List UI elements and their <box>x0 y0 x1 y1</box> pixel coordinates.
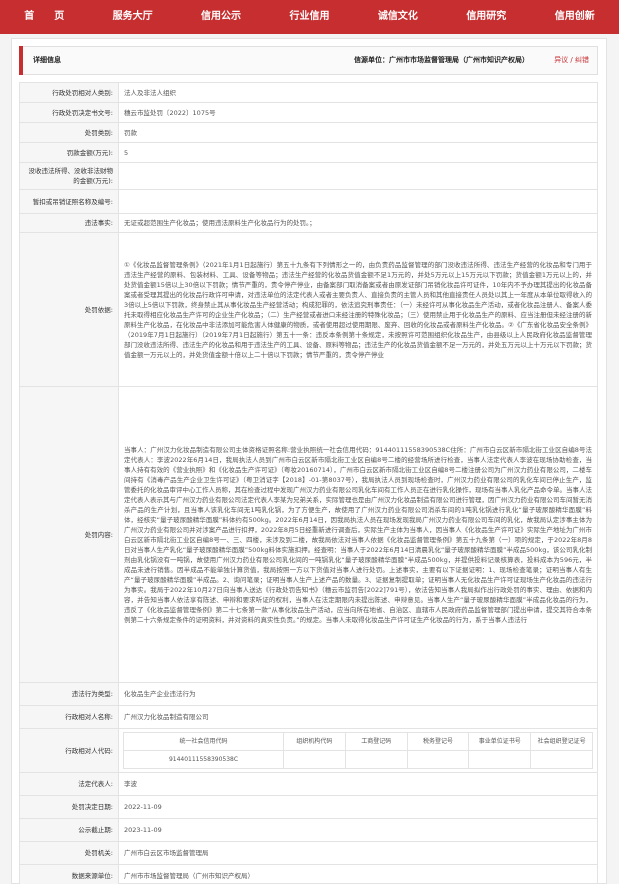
source-unit: 信源单位：广州市市场监督管理局（广州市知识产权局） <box>354 56 529 64</box>
row-label: 处罚依据: <box>19 232 119 387</box>
row-value: 2022-11-09 <box>118 795 598 819</box>
nav-credit-publicity[interactable]: 信用公示 <box>177 0 265 34</box>
row-label: 行政相对人代码: <box>19 728 119 773</box>
code-value <box>468 750 532 769</box>
code-header-row: 统一社会信用代码 组织机构代码 工商登记码 税务登记号 事业单位证书号 社会组织… <box>123 732 593 751</box>
row-label: 违法事实: <box>19 213 119 233</box>
row-value: 穗云市监处罚〔2022〕1075号 <box>118 102 598 123</box>
detail-header: 详细信息 信源单位：广州市市场监督管理局（广州市知识产权局） 异议 / 纠错 <box>19 46 598 75</box>
row-confiscation: 没收违法所得、没收非法财物的金额(万元): <box>19 162 598 190</box>
row-penalty-basis: 处罚依据: ①《化妆品监督管理条例》（2021年1月1日起施行）第五十九条有下列… <box>19 232 598 387</box>
row-party-type: 行政处罚相对人类别: 法人及非法人组织 <box>19 82 598 103</box>
row-label: 数据来源单位: <box>19 864 119 884</box>
row-label: 处罚决定日期: <box>19 795 119 819</box>
row-value: 广州市市场监督管理局（广州市知识产权局） <box>118 864 598 884</box>
row-label: 法定代表人: <box>19 772 119 796</box>
row-data-source: 数据来源单位: 广州市市场监督管理局（广州市知识产权局） <box>19 864 598 884</box>
top-nav: 首 页 服务大厅 信用公示 行业信用 诚信文化 信用研究 信用创新 <box>0 0 619 34</box>
nav-integrity-culture[interactable]: 诚信文化 <box>354 0 442 34</box>
row-label: 处罚类别: <box>19 122 119 143</box>
row-value: 广州汉力化妆品制造有限公司 <box>118 705 598 729</box>
code-header: 税务登记号 <box>406 732 470 751</box>
detail-title: 详细信息 <box>33 56 61 64</box>
code-header: 社会组织登记证号 <box>530 732 593 751</box>
row-label: 暂扣或吊销证照名称及编号: <box>19 189 119 214</box>
row-penalty-content: 处罚内容: 当事人：广州汉力化妆品制造有限公司主体资格证照名称:营业执照统一社会… <box>19 386 598 683</box>
detail-card: 详细信息 信源单位：广州市市场监督管理局（广州市知识产权局） 异议 / 纠错 行… <box>11 38 607 884</box>
row-value: ①《化妆品监督管理条例》（2021年1月1日起施行）第五十九条有下列情形之一的，… <box>118 232 598 387</box>
nav-service-hall[interactable]: 服务大厅 <box>88 0 176 34</box>
detail-table: 行政处罚相对人类别: 法人及非法人组织 行政处罚决定书文号: 穗云市监处罚〔20… <box>19 82 598 884</box>
code-value: 91440111558390538C <box>123 750 284 769</box>
row-decision-date: 处罚决定日期: 2022-11-09 <box>19 795 598 819</box>
row-penalty-authority: 处罚机关: 广州市白云区市场监督管理局 <box>19 841 598 865</box>
nav-credit-research[interactable]: 信用研究 <box>442 0 530 34</box>
row-license-revoked: 暂扣或吊销证照名称及编号: <box>19 189 598 214</box>
row-party-code: 行政相对人代码: 统一社会信用代码 组织机构代码 工商登记码 税务登记号 事业单… <box>19 728 598 773</box>
row-legal-rep: 法定代表人: 李波 <box>19 772 598 796</box>
row-value: 5 <box>118 142 598 163</box>
code-header: 组织机构代码 <box>283 732 346 751</box>
row-value: 化妆品生产企业违法行为 <box>118 682 598 706</box>
code-header: 统一社会信用代码 <box>123 732 284 751</box>
code-value <box>530 750 593 769</box>
code-header: 事业单位证书号 <box>468 732 532 751</box>
row-value: 广州市白云区市场监督管理局 <box>118 841 598 865</box>
row-publicity-deadline: 公示截止期: 2023-11-09 <box>19 818 598 842</box>
row-label: 行政相对人名称: <box>19 705 119 729</box>
row-penalty-category: 处罚类别: 罚款 <box>19 122 598 143</box>
header-accent <box>19 46 23 75</box>
nav-industry-credit[interactable]: 行业信用 <box>265 0 353 34</box>
code-value-row: 91440111558390538C <box>123 750 593 769</box>
code-table: 统一社会信用代码 组织机构代码 工商登记码 税务登记号 事业单位证书号 社会组织… <box>123 732 593 769</box>
row-value: 罚款 <box>118 122 598 143</box>
code-header: 工商登记码 <box>344 732 408 751</box>
row-value: 李波 <box>118 772 598 796</box>
row-decision-no: 行政处罚决定书文号: 穗云市监处罚〔2022〕1075号 <box>19 102 598 123</box>
row-label: 处罚内容: <box>19 386 119 683</box>
nav-credit-innovation[interactable]: 信用创新 <box>531 0 619 34</box>
row-violation-facts: 违法事实: 无证或超范围生产化妆品；使用违法原料生产化妆品行为的处罚。； <box>19 213 598 233</box>
row-value <box>118 162 598 190</box>
row-value: 2023-11-09 <box>118 818 598 842</box>
code-value <box>283 750 346 769</box>
row-value <box>118 189 598 214</box>
row-party-name: 行政相对人名称: 广州汉力化妆品制造有限公司 <box>19 705 598 729</box>
code-value <box>406 750 470 769</box>
row-value: 当事人：广州汉力化妆品制造有限公司主体资格证照名称:营业执照统一社会信用代码：9… <box>118 386 598 683</box>
row-value: 无证或超范围生产化妆品；使用违法原料生产化妆品行为的处罚。； <box>118 213 598 233</box>
code-value <box>344 750 408 769</box>
row-label: 处罚机关: <box>19 841 119 865</box>
row-label: 行政处罚决定书文号: <box>19 102 119 123</box>
row-violation-type: 违法行为类型: 化妆品生产企业违法行为 <box>19 682 598 706</box>
row-label: 罚款金额(万元): <box>19 142 119 163</box>
row-label: 没收违法所得、没收非法财物的金额(万元): <box>19 162 119 190</box>
objection-link[interactable]: 异议 / 纠错 <box>554 47 589 74</box>
row-value: 法人及非法人组织 <box>118 82 598 103</box>
nav-home[interactable]: 首 页 <box>0 0 88 34</box>
row-fine-amount: 罚款金额(万元): 5 <box>19 142 598 163</box>
row-label: 公示截止期: <box>19 818 119 842</box>
row-label: 违法行为类型: <box>19 682 119 706</box>
row-label: 行政处罚相对人类别: <box>19 82 119 103</box>
